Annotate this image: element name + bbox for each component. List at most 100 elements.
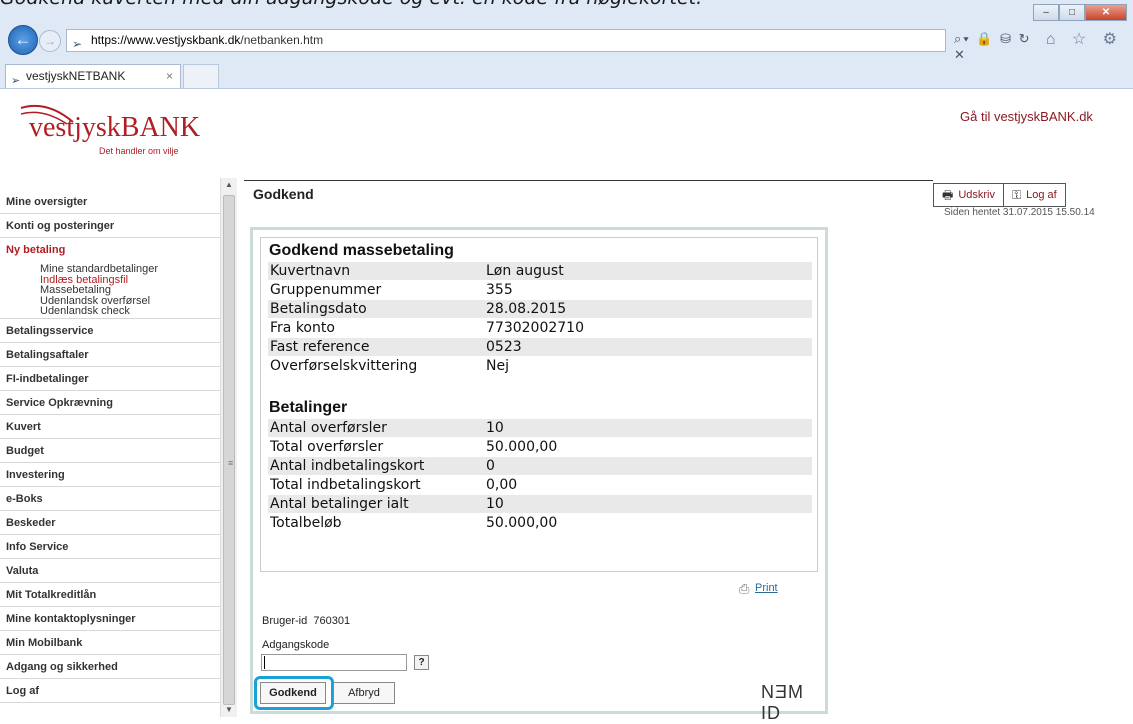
password-input[interactable] bbox=[261, 654, 407, 671]
sidebar-subitem[interactable]: Udenlandsk check bbox=[40, 306, 222, 317]
sidebar-nav: Mine oversigter Konti og posteringer Ny be… bbox=[0, 190, 222, 703]
page-fetched-timestamp: Siden hentet 31.07.2015 15.50.14 bbox=[944, 207, 1095, 218]
scroll-down-icon[interactable]: ▼ bbox=[221, 703, 237, 717]
sidebar-item[interactable]: Kuvert bbox=[0, 415, 222, 439]
detail-row: Kuvertnavn Løn august bbox=[268, 262, 812, 280]
detail-value: 10 bbox=[486, 496, 504, 512]
print-link[interactable]: Print bbox=[755, 582, 778, 594]
sidebar-item[interactable]: Mit Totalkreditlån bbox=[0, 583, 222, 607]
tab-favicon-icon: ➢ bbox=[11, 75, 21, 87]
sidebar-item[interactable]: Betalingsaftaler bbox=[0, 343, 222, 367]
home-favorites-settings-icon[interactable]: ⌂ ☆ ⚙ bbox=[1046, 29, 1123, 49]
detail-key: Kuvertnavn bbox=[270, 263, 351, 279]
forward-arrow-icon[interactable]: → bbox=[39, 30, 61, 52]
sidebar-item[interactable]: Service Opkrævning bbox=[0, 391, 222, 415]
detail-key: Fra konto bbox=[270, 320, 335, 336]
text-caret bbox=[264, 656, 265, 669]
detail-value: Nej bbox=[486, 358, 509, 374]
detail-row: Totalbeløb 50.000,00 bbox=[268, 514, 812, 532]
tab-title: vestjyskNETBANK bbox=[26, 69, 126, 83]
detail-key: Antal indbetalingskort bbox=[270, 458, 425, 474]
sidebar-item[interactable]: Ny betaling bbox=[0, 238, 222, 262]
approval-heading: Godkend massebetaling bbox=[269, 242, 454, 259]
detail-key: Gruppenummer bbox=[270, 282, 382, 298]
detail-row: Betalingsdato 28.08.2015 bbox=[268, 300, 812, 318]
detail-row: Overførselskvittering Nej bbox=[268, 357, 812, 375]
detail-row: Fra konto 77302002710 bbox=[268, 319, 812, 337]
logout-button[interactable]: ⚿ Log af bbox=[1003, 183, 1066, 207]
sidebar-item[interactable]: Adgang og sikkerhed bbox=[0, 655, 222, 679]
detail-row: Antal betalinger ialt 10 bbox=[268, 495, 812, 513]
key-icon: ⚿ bbox=[1012, 188, 1022, 202]
back-arrow-icon[interactable]: ← bbox=[8, 25, 38, 55]
sidebar-item[interactable]: e-Boks bbox=[0, 487, 222, 511]
detail-row: Total overførsler 50.000,00 bbox=[268, 438, 812, 456]
detail-key: Fast reference bbox=[270, 339, 370, 355]
payments-heading: Betalinger bbox=[269, 399, 348, 416]
address-bar[interactable]: ➢ https://www.vestjyskbank.dk/netbanken.… bbox=[66, 29, 946, 52]
detail-value: 0,00 bbox=[486, 477, 518, 493]
grip-icon: ≡ bbox=[228, 458, 234, 468]
page-title: Godkend bbox=[253, 186, 314, 202]
sidebar-item[interactable]: Valuta bbox=[0, 559, 222, 583]
scroll-up-icon[interactable]: ▲ bbox=[221, 178, 237, 192]
detail-key: Betalingsdato bbox=[270, 301, 367, 317]
logo-tagline: Det handler om vilje bbox=[99, 146, 179, 156]
sidebar-item[interactable]: Min Mobilbank bbox=[0, 631, 222, 655]
sidebar-item[interactable]: Beskeder bbox=[0, 511, 222, 535]
content-divider bbox=[244, 180, 933, 181]
tab-close-icon[interactable]: × bbox=[166, 65, 173, 87]
nemid-logo: NƎM ID bbox=[761, 682, 804, 723]
detail-row: Fast reference 0523 bbox=[268, 338, 812, 356]
approve-button[interactable]: Godkend bbox=[260, 682, 326, 704]
detail-value: 355 bbox=[486, 282, 513, 298]
sidebar-item[interactable]: Budget bbox=[0, 439, 222, 463]
detail-key: Totalbeløb bbox=[270, 515, 342, 531]
url-host: https://www.vestjyskbank.dk bbox=[91, 33, 241, 47]
help-button[interactable]: ? bbox=[414, 655, 429, 670]
logo-wordmark: vestjyskBANK bbox=[29, 112, 201, 143]
print-icon[interactable]: ⎙ bbox=[739, 581, 749, 597]
cancel-button[interactable]: Afbryd bbox=[333, 682, 395, 704]
detail-key: Total overførsler bbox=[270, 439, 384, 455]
user-id-value: 760301 bbox=[313, 615, 351, 627]
printer-icon: 🖶 bbox=[942, 188, 954, 202]
address-tools-icon[interactable]: ⌕▾ 🔒 ⛁ ↻ ✕ bbox=[954, 31, 1032, 63]
print-page-button[interactable]: 🖶 Udskriv bbox=[933, 183, 1004, 207]
detail-key: Antal betalinger ialt bbox=[270, 496, 409, 512]
sidebar-item[interactable]: Konti og posteringer bbox=[0, 214, 222, 238]
detail-key: Total indbetalingskort bbox=[270, 477, 421, 493]
detail-key: Overførselskvittering bbox=[270, 358, 418, 374]
sidebar-item[interactable]: FI-indbetalinger bbox=[0, 367, 222, 391]
browser-chrome: – □ ✕ ← → ➢ https://www.vestjyskbank.dk/… bbox=[0, 0, 1133, 89]
new-tab-button[interactable] bbox=[183, 64, 219, 88]
bank-logo[interactable]: vestjyskBANK Det handler om vilje bbox=[17, 100, 217, 160]
sidebar-item[interactable]: Mine oversigter bbox=[0, 190, 222, 214]
sidebar-subitem[interactable]: Mine standardbetalinger bbox=[40, 264, 222, 275]
detail-value: Løn august bbox=[486, 263, 564, 279]
detail-row: Antal overførsler 10 bbox=[268, 419, 812, 437]
browser-tab[interactable]: ➢ vestjyskNETBANK × bbox=[5, 64, 181, 88]
goto-bank-link[interactable]: Gå til vestjyskBANK.dk bbox=[960, 109, 1093, 124]
scroll-thumb[interactable]: ≡ bbox=[223, 195, 235, 705]
user-id: Bruger-id 760301 bbox=[262, 615, 350, 627]
sidebar-item[interactable]: Mine kontaktoplysninger bbox=[0, 607, 222, 631]
detail-value: 28.08.2015 bbox=[486, 301, 567, 317]
print-page-label: Udskriv bbox=[958, 189, 995, 201]
detail-row: Antal indbetalingskort 0 bbox=[268, 457, 812, 475]
instruction-caption: Godkend kuverten med din adgangskode og … bbox=[0, 0, 1133, 9]
sidebar-item[interactable]: Betalingsservice bbox=[0, 319, 222, 343]
sidebar-scrollbar[interactable]: ▲ ≡ ▼ bbox=[220, 178, 237, 717]
sidebar-submenu: Mine standardbetalinger Indlæs betalingsf… bbox=[0, 262, 222, 319]
detail-value: 10 bbox=[486, 420, 504, 436]
detail-value: 77302002710 bbox=[486, 320, 584, 336]
user-id-label: Bruger-id bbox=[262, 615, 308, 627]
sidebar-item[interactable]: Log af bbox=[0, 679, 222, 703]
url-path: /netbanken.htm bbox=[240, 33, 324, 47]
sidebar-item[interactable]: Investering bbox=[0, 463, 222, 487]
nemid-approval-panel: Godkend massebetaling Kuvertnavn Løn augu… bbox=[250, 227, 828, 723]
detail-value: 50.000,00 bbox=[486, 439, 558, 455]
detail-row: Gruppenummer 355 bbox=[268, 281, 812, 299]
sidebar-item[interactable]: Info Service bbox=[0, 535, 222, 559]
approval-summary: Godkend massebetaling Kuvertnavn Løn augu… bbox=[260, 237, 818, 572]
